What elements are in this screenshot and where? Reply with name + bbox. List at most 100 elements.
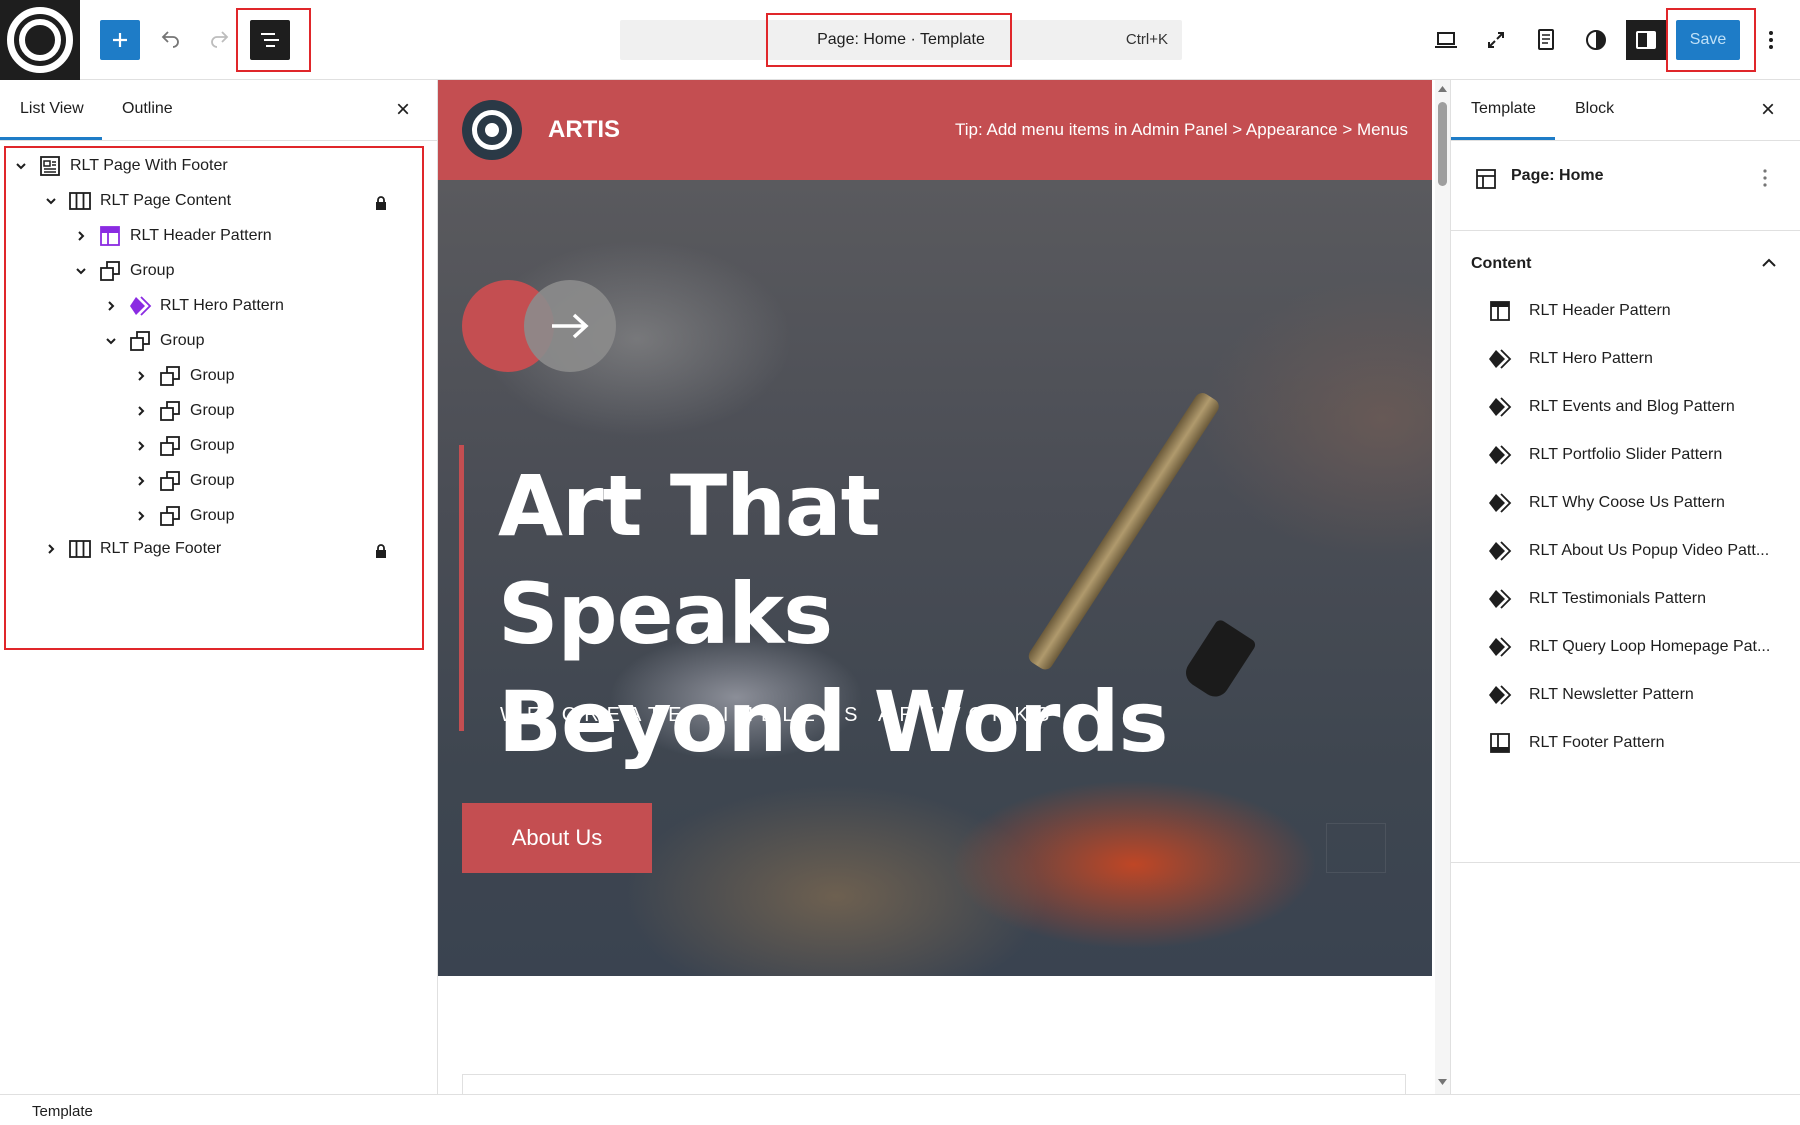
tree-item-page-with-footer[interactable]: RLT Page With Footer <box>14 148 228 184</box>
group-icon <box>158 469 182 493</box>
tree-item-label: RLT Page With Footer <box>70 157 228 174</box>
list-view-icon <box>261 33 279 47</box>
fullscreen-button[interactable] <box>1476 20 1516 60</box>
list-view-panel: List View Outline × RLT Page With Footer… <box>0 80 438 1094</box>
options-menu-button[interactable] <box>1756 20 1786 60</box>
content-item[interactable]: RLT Events and Blog Pattern <box>1487 387 1735 427</box>
chevron-right-icon[interactable] <box>134 439 148 453</box>
template-title: Page: Home <box>1511 167 1604 184</box>
content-item[interactable]: RLT About Us Popup Video Patt... <box>1487 531 1769 571</box>
laptop-icon <box>1435 32 1457 48</box>
undo-button[interactable] <box>150 20 190 60</box>
tree-item-label: RLT Header Pattern <box>130 227 272 244</box>
canvas-scrollbar[interactable] <box>1435 80 1450 1094</box>
plus-icon <box>113 33 127 47</box>
chevron-right-icon[interactable] <box>104 299 118 313</box>
content-item-label: RLT Why Coose Us Pattern <box>1529 494 1725 511</box>
chevron-right-icon[interactable] <box>134 404 148 418</box>
arrow-circle-button[interactable] <box>524 280 616 372</box>
command-palette-bar[interactable]: Page: Home · Template Ctrl+K <box>620 20 1182 60</box>
hero-heading[interactable]: Art That Speaks Beyond Words <box>498 452 1198 776</box>
tree-item-page-footer[interactable]: RLT Page Footer <box>44 531 221 567</box>
group-icon <box>158 434 182 458</box>
site-header[interactable]: ARTIS Tip: Add menu items in Admin Panel… <box>438 80 1432 180</box>
group-icon <box>158 504 182 528</box>
about-us-button[interactable]: About Us <box>462 803 652 873</box>
tab-list-view[interactable]: List View <box>20 100 84 118</box>
content-item[interactable]: RLT Footer Pattern <box>1487 723 1664 763</box>
site-title[interactable]: ARTIS <box>548 116 620 144</box>
content-item[interactable]: RLT Why Coose Us Pattern <box>1487 483 1725 523</box>
footer-layout-icon <box>1487 730 1513 756</box>
device-preview-button[interactable] <box>1426 20 1466 60</box>
content-item[interactable]: RLT Header Pattern <box>1487 291 1671 331</box>
tab-template[interactable]: Template <box>1471 100 1536 118</box>
chevron-right-icon[interactable] <box>134 369 148 383</box>
content-item-label: RLT About Us Popup Video Patt... <box>1529 542 1770 559</box>
tree-item-group[interactable]: Group <box>134 393 234 429</box>
chevron-right-icon[interactable] <box>134 509 148 523</box>
chevron-up-icon[interactable] <box>1761 257 1777 269</box>
content-panel-title[interactable]: Content <box>1471 255 1531 273</box>
sidebar-icon <box>1636 31 1656 49</box>
content-item[interactable]: RLT Hero Pattern <box>1487 339 1653 379</box>
settings-sidebar: Template Block × Page: Home Content RLT … <box>1450 80 1800 1094</box>
tree-item-group[interactable]: Group <box>134 498 234 534</box>
tree-item-label: RLT Hero Pattern <box>160 297 284 314</box>
hero-accent-bar <box>459 445 464 731</box>
tree-item-header-pattern[interactable]: RLT Header Pattern <box>74 218 272 254</box>
styles-button[interactable] <box>1576 20 1616 60</box>
content-item[interactable]: RLT Portfolio Slider Pattern <box>1487 435 1722 475</box>
contrast-icon <box>1586 30 1606 50</box>
template-part-icon <box>98 224 122 248</box>
pattern-diamond-icon <box>1487 682 1513 708</box>
close-icon[interactable]: × <box>1761 98 1775 122</box>
content-item[interactable]: RLT Newsletter Pattern <box>1487 675 1694 715</box>
tab-outline[interactable]: Outline <box>122 100 173 118</box>
undo-icon <box>161 31 179 48</box>
redo-button[interactable] <box>200 20 240 60</box>
content-item-label: RLT Portfolio Slider Pattern <box>1529 446 1723 463</box>
chevron-right-icon[interactable] <box>74 229 88 243</box>
list-view-toggle-button[interactable] <box>250 20 290 60</box>
vertical-ellipsis-icon <box>1769 31 1773 49</box>
chevron-right-icon[interactable] <box>134 474 148 488</box>
scroll-down-arrow-icon[interactable] <box>1438 1078 1447 1086</box>
content-item[interactable]: RLT Testimonials Pattern <box>1487 579 1706 619</box>
site-logo-button[interactable] <box>0 0 80 80</box>
vertical-ellipsis-icon[interactable] <box>1762 167 1768 189</box>
tree-item-label: RLT Page Footer <box>100 540 222 557</box>
close-icon[interactable]: × <box>396 98 410 122</box>
tree-item-group[interactable]: Group <box>74 253 174 289</box>
tree-item-hero-pattern[interactable]: RLT Hero Pattern <box>104 288 284 324</box>
revisions-button[interactable] <box>1526 20 1566 60</box>
tree-item-label: Group <box>160 332 205 349</box>
chevron-down-icon[interactable] <box>104 334 118 348</box>
tree-item-group[interactable]: Group <box>134 463 234 499</box>
settings-sidebar-button[interactable] <box>1626 20 1666 60</box>
tree-item-page-content[interactable]: RLT Page Content <box>44 183 231 219</box>
group-icon <box>158 399 182 423</box>
tree-item-label: Group <box>190 507 235 524</box>
tree-item-group[interactable]: Group <box>134 358 234 394</box>
breadcrumb-item[interactable]: Template <box>32 1103 93 1120</box>
document-title[interactable]: Page: Home · Template <box>620 31 1182 49</box>
save-button[interactable]: Save <box>1676 20 1740 60</box>
hero-heading-line: Art That Speaks <box>498 457 881 663</box>
hero-subtitle[interactable]: WE CREATE TIMELESS ARTWORKS <box>500 704 1057 727</box>
chevron-down-icon[interactable] <box>74 264 88 278</box>
scroll-up-arrow-icon[interactable] <box>1438 85 1447 93</box>
chevron-down-icon[interactable] <box>44 194 58 208</box>
add-block-button[interactable] <box>100 20 140 60</box>
tree-item-group[interactable]: Group <box>134 428 234 464</box>
pattern-diamond-icon <box>1487 346 1513 372</box>
scrollbar-thumb[interactable] <box>1438 102 1447 186</box>
content-item[interactable]: RLT Query Loop Homepage Pat... <box>1487 627 1770 667</box>
group-icon <box>128 329 152 353</box>
tab-block[interactable]: Block <box>1575 100 1614 118</box>
tree-item-group[interactable]: Group <box>104 323 204 359</box>
expand-icon <box>1488 32 1504 48</box>
chevron-down-icon[interactable] <box>14 159 28 173</box>
left-panel-tabs: List View Outline × <box>0 80 437 141</box>
chevron-right-icon[interactable] <box>44 542 58 556</box>
